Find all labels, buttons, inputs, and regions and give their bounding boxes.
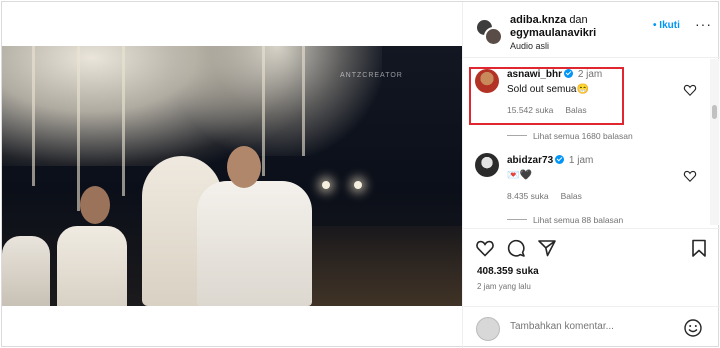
groom-head <box>227 146 261 188</box>
comment-highlight-box <box>469 67 624 125</box>
follow-label: Ikuti <box>659 20 680 31</box>
verified-icon <box>555 155 565 164</box>
flower-drape <box>262 46 265 176</box>
post-window: ANTZCREATOR adiba.knza dan egymaulanavik… <box>1 1 720 348</box>
comment-input[interactable] <box>510 321 670 332</box>
view-replies-button[interactable]: Lihat semua 88 balasan <box>507 215 623 225</box>
comment-time[interactable]: 1 jam <box>569 155 593 166</box>
avatar <box>476 317 500 341</box>
view-replies-label: Lihat semua 88 balasan <box>533 215 624 225</box>
groom-figure <box>197 181 312 306</box>
view-replies-button[interactable]: Lihat semua 1680 balasan <box>507 131 633 141</box>
author-link[interactable]: egymaulanavikri <box>510 27 596 39</box>
flower-drape <box>77 46 80 211</box>
author-link[interactable]: adiba.knza <box>510 14 566 26</box>
reply-button[interactable]: Balas <box>561 191 582 201</box>
stage-light <box>354 181 362 189</box>
post-actions: 408.359 suka 2 jam yang lalu <box>463 228 720 318</box>
like-count[interactable]: 408.359 suka <box>477 266 539 277</box>
avatar[interactable] <box>475 153 499 177</box>
guest-figure <box>2 236 50 306</box>
flower-drape <box>302 46 305 156</box>
crowd <box>292 226 462 306</box>
comment-scrollbar[interactable] <box>710 59 719 225</box>
divider <box>507 219 527 220</box>
avatar[interactable] <box>484 27 503 46</box>
author-names: adiba.knza dan egymaulanavikri <box>510 14 640 40</box>
authors-joiner: dan <box>569 14 588 26</box>
stage-light <box>322 181 330 189</box>
post-timestamp[interactable]: 2 jam yang lalu <box>477 282 531 291</box>
divider <box>507 135 527 136</box>
bookmark-icon[interactable] <box>689 238 709 258</box>
comment-meta: 8.435 suka Balas <box>507 191 594 201</box>
flower-canopy-right <box>172 46 382 156</box>
comment-composer <box>463 306 720 348</box>
scrollbar-thumb[interactable] <box>712 105 717 119</box>
post-header: adiba.knza dan egymaulanavikri Audio asl… <box>463 2 720 58</box>
heart-icon[interactable] <box>683 169 697 183</box>
follow-button[interactable]: • Ikuti <box>653 20 680 31</box>
more-icon[interactable]: ··· <box>695 16 712 32</box>
video-watermark: ANTZCREATOR <box>340 72 403 79</box>
author-avatars[interactable] <box>475 18 505 48</box>
post-side-panel: adiba.knza dan egymaulanavikri Audio asl… <box>462 2 720 348</box>
emoji-icon[interactable] <box>683 318 703 338</box>
guest-head <box>80 186 110 224</box>
comment-text: 💌🖤 <box>507 170 532 181</box>
bullet: • <box>653 20 657 31</box>
flower-drape <box>32 46 35 186</box>
comment-likes[interactable]: 8.435 suka <box>507 191 549 201</box>
heart-icon[interactable] <box>683 83 697 97</box>
view-replies-label: Lihat semua 1680 balasan <box>533 131 633 141</box>
comment-username[interactable]: abidzar73 1 jam <box>507 155 593 166</box>
post-video[interactable]: ANTZCREATOR <box>2 46 462 306</box>
heart-icon[interactable] <box>475 238 495 258</box>
guest-figure <box>57 226 127 306</box>
audio-label[interactable]: Audio asli <box>510 41 549 51</box>
comment-icon[interactable] <box>506 238 526 258</box>
flower-drape <box>122 46 125 196</box>
username[interactable]: abidzar73 <box>507 155 553 166</box>
share-icon[interactable] <box>537 238 557 258</box>
